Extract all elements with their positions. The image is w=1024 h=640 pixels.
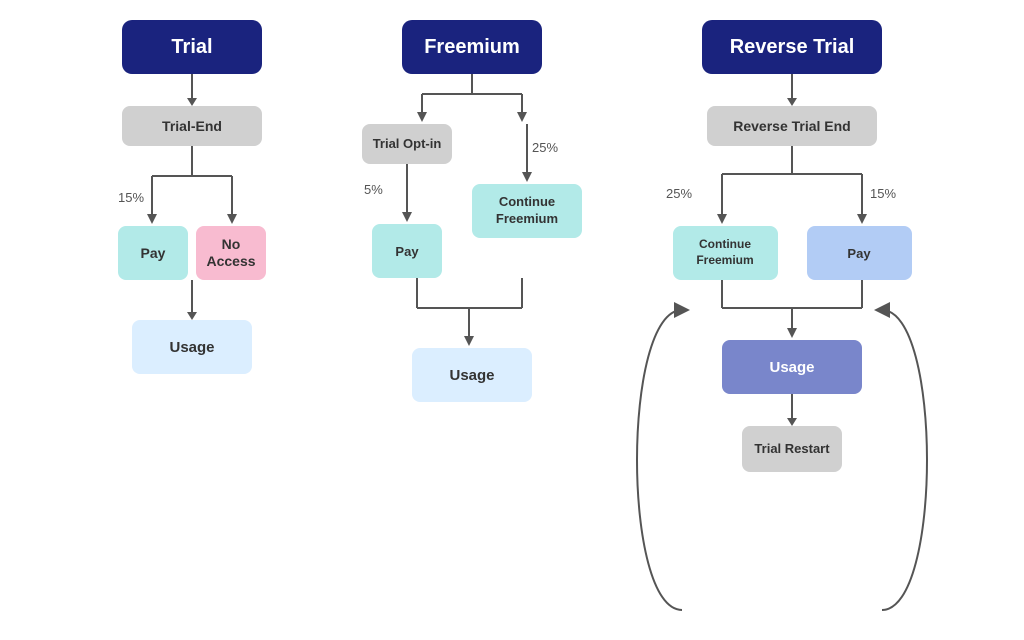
freemium-pay-box: Pay [372, 224, 442, 278]
freemium-left-branch: Trial Opt-in 5% Pay [362, 124, 452, 278]
trial-pay-box: Pay [118, 226, 188, 280]
freemium-merge [372, 278, 572, 348]
reverse-pay-box: Pay [807, 226, 912, 280]
svg-text:25%: 25% [532, 140, 558, 155]
svg-text:5%: 5% [364, 182, 383, 197]
freemium-pay-label: Pay [395, 244, 418, 259]
freemium-continue-box: Continue Freemium [472, 184, 582, 238]
reverse-continue-pay-row: Continue Freemium Pay [662, 226, 922, 280]
diagram-container: Trial Trial-End 15% [0, 0, 1024, 640]
trial-end-label: Trial-End [162, 118, 222, 134]
freemium-column: Freemium Trial Opt-in [352, 20, 592, 402]
trial-fork-svg: 15% [112, 146, 272, 226]
trial-title-box: Trial [122, 20, 262, 74]
freemium-merge-svg [372, 278, 572, 348]
reverse-fork-svg: 25% 15% [662, 146, 922, 226]
freemium-5pct-arrow: 5% [362, 164, 452, 224]
reverse-fork: 25% 15% [662, 146, 922, 226]
reverse-title: Reverse Trial [730, 36, 855, 59]
trial-optin-box: Trial Opt-in [362, 124, 452, 164]
trial-pay-noaccess-row: Pay No Access [118, 226, 266, 280]
freemium-continue-label: Continue Freemium [472, 194, 582, 228]
trial-optin-label: Trial Opt-in [373, 136, 442, 152]
freemium-5pct-svg: 5% [362, 164, 452, 224]
freemium-usage-box: Usage [412, 348, 532, 402]
arrow-rev-title-to-end [787, 74, 797, 106]
freemium-right-branch: 25% Continue Freemium [472, 124, 582, 238]
svg-text:15%: 15% [118, 190, 144, 205]
freemium-25pct-svg: 25% [472, 124, 582, 184]
reverse-usage-box: Usage [722, 340, 862, 394]
reverse-continue-label: Continue Freemium [673, 237, 778, 268]
trial-noaccess-label: No Access [196, 236, 266, 270]
freemium-branches: Trial Opt-in 5% Pay [362, 124, 582, 278]
reverse-merge-usage [662, 280, 922, 340]
trial-usage-label: Usage [169, 339, 214, 356]
reverse-merge-usage-svg [662, 280, 922, 340]
svg-text:25%: 25% [666, 186, 692, 201]
reverse-trial-end-box: Reverse Trial End [707, 106, 877, 146]
arrow-usage-to-restart [787, 394, 797, 426]
reverse-continue-box: Continue Freemium [673, 226, 778, 280]
trial-usage-box: Usage [132, 320, 252, 374]
freemium-top-fork-svg [362, 74, 582, 124]
trial-column: Trial Trial-End 15% [92, 20, 292, 374]
trial-end-box: Trial-End [122, 106, 262, 146]
reverse-trial-end-label: Reverse Trial End [733, 118, 851, 134]
freemium-title-box: Freemium [402, 20, 542, 74]
trial-restart-box: Trial Restart [742, 426, 842, 472]
trial-noaccess-box: No Access [196, 226, 266, 280]
reverse-title-box: Reverse Trial [702, 20, 882, 74]
freemium-usage-label: Usage [449, 367, 494, 384]
reverse-pay-label: Pay [847, 246, 870, 261]
reverse-trial-column: Reverse Trial Reverse Trial End 25% [652, 20, 932, 472]
svg-text:15%: 15% [870, 186, 896, 201]
reverse-usage-label: Usage [769, 359, 814, 376]
freemium-top-fork [362, 74, 582, 124]
freemium-25pct-arrow: 25% [472, 124, 582, 184]
trial-title: Trial [171, 36, 212, 59]
freemium-title: Freemium [424, 36, 520, 59]
arrow-pay-to-usage [187, 280, 197, 320]
trial-restart-label: Trial Restart [754, 441, 829, 458]
arrow-trial-to-end [187, 74, 197, 106]
trial-pay-label: Pay [141, 245, 166, 261]
trial-fork: 15% [112, 146, 272, 226]
